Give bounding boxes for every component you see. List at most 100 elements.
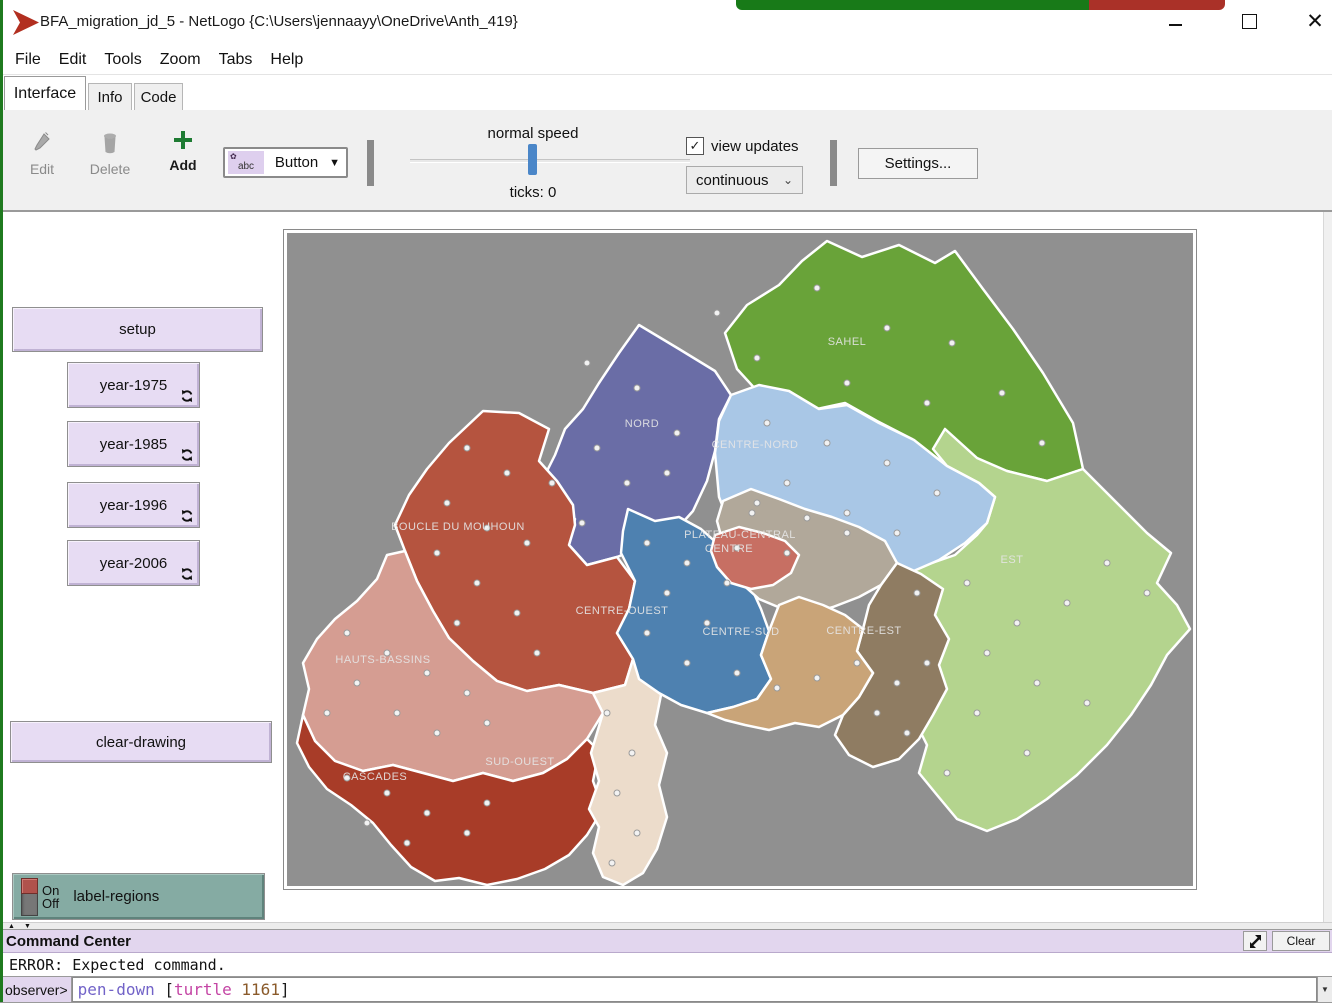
command-center-title: Command Center [6,933,1243,950]
dropdown-caret-icon: ▼ [329,157,340,169]
button-year-1996[interactable]: year-1996 [67,482,200,528]
menu-tools[interactable]: Tools [95,49,150,71]
speed-slider-track[interactable] [410,159,690,163]
button-label: year-1996 [100,497,168,514]
switch-on-off-labels: On Off [42,884,59,910]
button-label: year-1975 [100,377,168,394]
clear-drawing-button[interactable]: clear-drawing [10,721,272,763]
switch-name-label: label-regions [73,888,159,905]
turtle-dot [604,710,610,716]
maximize-button[interactable] [1226,0,1272,42]
menu-zoom[interactable]: Zoom [151,49,210,71]
netlogo-logo-icon [12,10,39,35]
turtle-dot [984,650,990,656]
button-label: year-1985 [100,436,168,453]
turtle-dot [534,650,540,656]
turtle-dot [1144,590,1150,596]
turtle-dot [894,680,900,686]
turtle-dot [874,710,880,716]
interface-workspace: setup year-1975 year-1985 year-1996 year-20… [0,212,1332,922]
burkina-faso-map: SAHELESTNORDCENTRE-NORDBOUCLE DU MOUHOUN… [287,233,1193,886]
update-mode-value: continuous [696,172,769,189]
error-message: ERROR: Expected command. [9,956,226,974]
turtle-dot [454,620,460,626]
trash-icon [101,132,119,154]
clear-button-label: Clear [1287,934,1316,948]
turtle-dot [609,860,615,866]
button-year-1985[interactable]: year-1985 [67,421,200,467]
turtle-dot [504,470,510,476]
turtle-dot [844,530,850,536]
turtle-dot [584,360,590,366]
command-history-dropdown[interactable]: ▼ [1317,977,1332,1002]
edit-tool-label: Edit [22,161,62,177]
turtle-dot [684,560,690,566]
setup-button[interactable]: setup [12,307,263,352]
close-button[interactable]: ✕ [1292,0,1332,42]
observer-prompt[interactable]: observer> [0,977,72,1002]
clear-command-center-button[interactable]: Clear [1272,931,1330,951]
button-year-2006[interactable]: year-2006 [67,540,200,586]
screen-share-left-border [0,0,3,1002]
turtle-dot [484,720,490,726]
view-updates-checkbox[interactable]: ✓ [686,137,704,155]
vertical-scrollbar[interactable] [1323,212,1332,922]
turtle-dot [964,580,970,586]
edit-tool-button[interactable]: Edit [22,132,62,177]
turtle-dot [354,680,360,686]
turtle-dot [424,670,430,676]
detach-command-center-button[interactable] [1243,931,1267,951]
menu-file[interactable]: File [6,49,50,71]
tab-bar: InterfaceInfoCode [0,76,1332,111]
forever-icon [180,389,194,403]
tab-code[interactable]: Code [134,83,183,110]
splitter-down-icon[interactable]: ▼ [24,923,31,930]
delete-tool-label: Delete [84,161,136,177]
widget-type-dropdown[interactable]: ✿ abc Button ▼ [223,147,348,178]
toolbar: Edit Delete Add ✿ abc Button ▼ normal sp… [0,110,1332,212]
add-tool-button[interactable]: Add [163,130,203,173]
command-center-splitter[interactable]: ▲ ▼ [0,922,1332,930]
switch-off-label: Off [42,897,59,910]
switch-knob-icon[interactable] [21,878,38,894]
region-label-hauts-bassins: HAUTS-BASSINS [335,654,430,666]
settings-button[interactable]: Settings... [858,148,978,179]
tab-info[interactable]: Info [88,83,132,110]
label-regions-switch[interactable]: On Off label-regions [12,873,265,920]
clear-drawing-label: clear-drawing [96,734,186,751]
region-label-centre-nord: CENTRE-NORD [712,439,799,451]
settings-label: Settings... [885,155,952,172]
forever-icon [180,567,194,581]
abc-label: abc [238,161,254,172]
forever-icon [180,448,194,462]
button-year-1975[interactable]: year-1975 [67,362,200,408]
turtle-dot [904,730,910,736]
turtle-dot [634,385,640,391]
command-token: 1161 [232,980,280,999]
switch-track[interactable] [21,878,38,916]
region-label-sahel: SAHEL [828,336,867,348]
update-mode-dropdown[interactable]: continuous ⌄ [686,166,803,194]
splitter-up-icon[interactable]: ▲ [8,923,15,930]
menu-edit[interactable]: Edit [50,49,96,71]
world-view[interactable]: SAHELESTNORDCENTRE-NORDBOUCLE DU MOUHOUN… [283,229,1197,890]
turtle-dot [749,510,755,516]
turtle-dot [424,810,430,816]
turtle-dot [854,660,860,666]
turtle-dot [344,630,350,636]
turtle-dot [644,540,650,546]
command-input[interactable]: pen-down [turtle 1161] [72,977,1317,1002]
speed-slider-thumb[interactable] [528,144,537,175]
turtle-dot [974,710,980,716]
turtle-dot [514,610,520,616]
turtle-dot [624,480,630,486]
menu-tabs[interactable]: Tabs [210,49,262,71]
tab-interface[interactable]: Interface [4,76,86,110]
delete-tool-button[interactable]: Delete [84,132,136,177]
turtle-dot [579,520,585,526]
menu-help[interactable]: Help [261,49,312,71]
turtle-dot [754,355,760,361]
screen-share-indicator [736,0,1225,10]
turtle-dot [644,630,650,636]
turtle-dot [404,840,410,846]
